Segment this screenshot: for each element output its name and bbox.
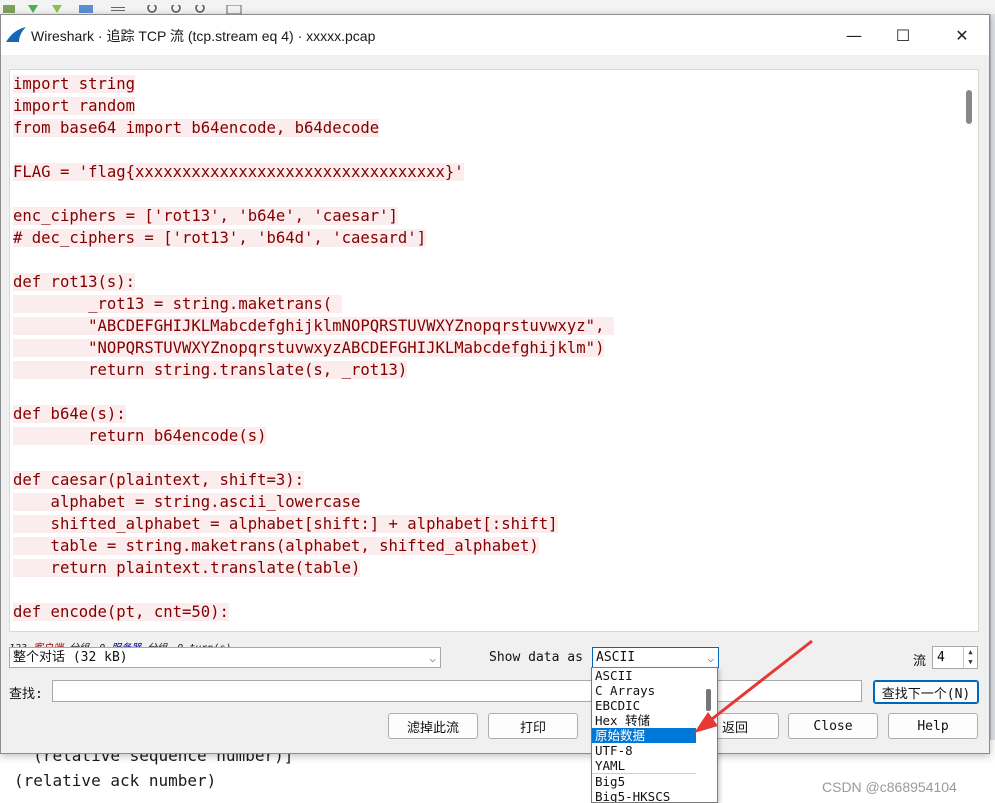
annotation-arrow <box>694 639 813 733</box>
watermark: CSDN @c868954104 <box>822 779 957 795</box>
